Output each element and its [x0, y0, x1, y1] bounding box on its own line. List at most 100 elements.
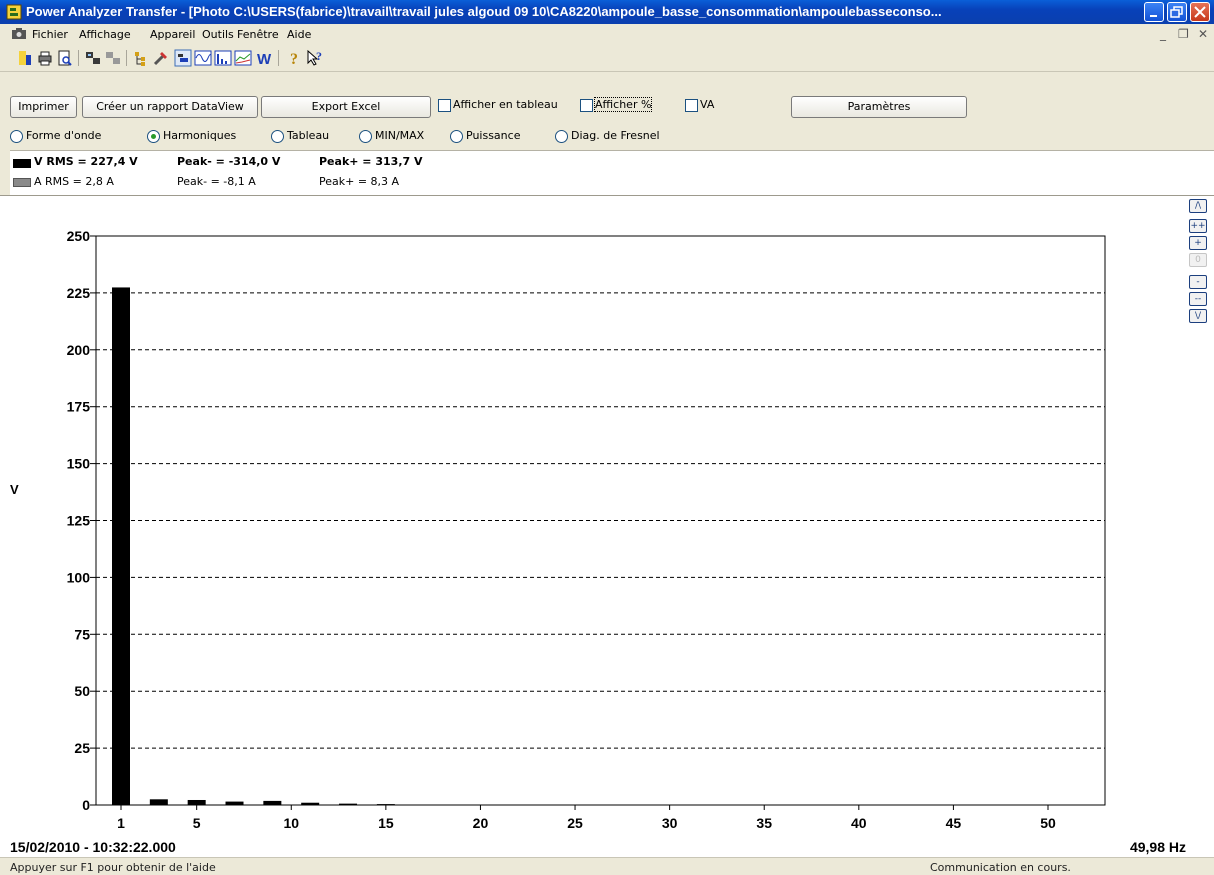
- va-label: VA: [700, 98, 715, 111]
- harmonics-chart[interactable]: 02550751001251501752002252501 5 10 15 20 25 30…: [0, 196, 1214, 857]
- harmonic-bar-7[interactable]: [225, 801, 244, 805]
- x-tick-label: 10: [283, 815, 299, 831]
- zoom-out-big-button[interactable]: --: [1189, 292, 1207, 306]
- spectrum-icon[interactable]: [214, 49, 232, 67]
- radio-circle[interactable]: [271, 130, 284, 143]
- y-tick-label: 150: [67, 456, 91, 472]
- zoom-out-button[interactable]: -: [1189, 275, 1207, 289]
- harmonic-bar-13[interactable]: [339, 803, 358, 805]
- tree-icon[interactable]: [132, 49, 150, 67]
- title-bar: Power Analyzer Transfer - [Photo C:\USER…: [0, 0, 1214, 24]
- mdi-close-button[interactable]: ✕: [1198, 27, 1208, 41]
- radio-circle[interactable]: [359, 130, 372, 143]
- y-tick-label: 100: [67, 569, 91, 585]
- restore-icon: [1170, 6, 1183, 18]
- close-icon: [1194, 6, 1206, 18]
- radio-circle-selected[interactable]: [147, 130, 160, 143]
- waveform-icon[interactable]: [194, 49, 212, 67]
- y-tick-label: 50: [74, 683, 90, 699]
- restore-button[interactable]: [1167, 2, 1187, 22]
- menu-appareil[interactable]: Appareil: [150, 28, 195, 41]
- x-tick-label: 50: [1040, 815, 1056, 831]
- mdi-restore-button[interactable]: ❐: [1178, 27, 1189, 41]
- svg-text:?: ?: [290, 51, 298, 67]
- menu-aide[interactable]: Aide: [287, 28, 311, 41]
- tools-icon[interactable]: [152, 49, 170, 67]
- print-icon[interactable]: [36, 49, 54, 67]
- minimize-button[interactable]: [1144, 2, 1164, 22]
- harmonic-bar-1[interactable]: [112, 287, 130, 805]
- create-report-button[interactable]: Créer un rapport DataView: [82, 96, 258, 118]
- current-swatch[interactable]: [13, 178, 31, 187]
- disconnect-icon[interactable]: [104, 49, 122, 67]
- toolbar-separator: [78, 50, 79, 66]
- photo-icon[interactable]: [174, 49, 192, 67]
- harmonic-bar-9[interactable]: [263, 800, 282, 805]
- zoom-in-button[interactable]: +: [1189, 236, 1207, 250]
- connect-icon[interactable]: [84, 49, 102, 67]
- menu-fenetre[interactable]: Fenêtre: [237, 28, 279, 41]
- y-tick-label: 175: [67, 399, 91, 415]
- menu-affichage[interactable]: Affichage: [79, 28, 131, 41]
- y-tick-label: 250: [67, 228, 91, 244]
- toolbar-row: W ? ?: [0, 45, 1214, 72]
- a-peak-minus-value: Peak- = -8,1 A: [177, 175, 256, 188]
- measurement-panel: V RMS = 227,4 V Peak- = -314,0 V Peak+ =…: [10, 150, 1214, 195]
- radio-minmax-label: MIN/MAX: [375, 129, 425, 142]
- radio-power-label: Puissance: [466, 129, 521, 142]
- document-icon[interactable]: [12, 28, 26, 40]
- app-icon: [6, 4, 22, 20]
- frequency-label: 49,98 Hz: [1130, 839, 1186, 855]
- x-tick-label: 40: [851, 815, 867, 831]
- new-icon[interactable]: [16, 49, 34, 67]
- x-tick-label: 1: [117, 815, 125, 831]
- svg-text:?: ?: [316, 49, 322, 63]
- zoom-reset-button[interactable]: 0: [1189, 253, 1207, 267]
- help-icon[interactable]: ?: [286, 49, 304, 67]
- radio-circle[interactable]: [450, 130, 463, 143]
- status-help-text: Appuyer sur F1 pour obtenir de l'aide: [10, 861, 216, 874]
- y-axis-label: V: [10, 482, 19, 497]
- mdi-minimize-button[interactable]: _: [1160, 27, 1166, 41]
- window-title: Power Analyzer Transfer - [Photo C:\USER…: [26, 4, 942, 19]
- v-rms-value: V RMS = 227,4 V: [34, 155, 138, 168]
- trend-icon[interactable]: [234, 49, 252, 67]
- close-button[interactable]: [1190, 2, 1210, 22]
- x-tick-label: 15: [378, 815, 394, 831]
- radio-waveform-label: Forme d'onde: [26, 129, 102, 142]
- print-preview-icon[interactable]: [56, 49, 74, 67]
- radio-circle[interactable]: [10, 130, 23, 143]
- x-tick-label: 25: [567, 815, 583, 831]
- zoom-in-big-button[interactable]: ++: [1189, 219, 1207, 233]
- export-excel-button[interactable]: Export Excel: [261, 96, 431, 118]
- checkbox-box[interactable]: [438, 99, 451, 112]
- harmonic-bar-5[interactable]: [187, 799, 206, 805]
- status-bar: Appuyer sur F1 pour obtenir de l'aide Co…: [0, 857, 1214, 875]
- menu-outils[interactable]: Outils: [202, 28, 234, 41]
- v-peak-plus-value: Peak+ = 313,7 V: [319, 155, 423, 168]
- checkbox-box[interactable]: [580, 99, 593, 112]
- zoom-max-button[interactable]: /\: [1189, 199, 1207, 213]
- x-tick-label: 45: [946, 815, 962, 831]
- harmonic-bar-11[interactable]: [301, 802, 320, 805]
- print-button[interactable]: Imprimer: [10, 96, 77, 118]
- radio-fresnel-label: Diag. de Fresnel: [571, 129, 660, 142]
- show-percent-label: Afficher %: [593, 97, 653, 112]
- checkbox-box[interactable]: [685, 99, 698, 112]
- harmonic-bar-15[interactable]: [376, 804, 395, 805]
- radio-circle[interactable]: [555, 130, 568, 143]
- toolbar-separator: [126, 50, 127, 66]
- v-peak-minus-value: Peak- = -314,0 V: [177, 155, 281, 168]
- y-tick-label: 75: [74, 626, 90, 642]
- x-tick-label: 20: [473, 815, 489, 831]
- parameters-button[interactable]: Paramètres: [791, 96, 967, 118]
- harmonic-bar-3[interactable]: [149, 799, 168, 805]
- voltage-swatch[interactable]: [13, 159, 31, 168]
- toolbar: W ? ?: [0, 45, 1214, 89]
- menu-fichier[interactable]: Fichier: [32, 28, 68, 41]
- power-icon[interactable]: W: [256, 49, 274, 67]
- zoom-min-button[interactable]: \/: [1189, 309, 1207, 323]
- context-help-icon[interactable]: ?: [306, 49, 324, 67]
- x-tick-label: 5: [193, 815, 201, 831]
- y-tick-label: 0: [82, 797, 90, 813]
